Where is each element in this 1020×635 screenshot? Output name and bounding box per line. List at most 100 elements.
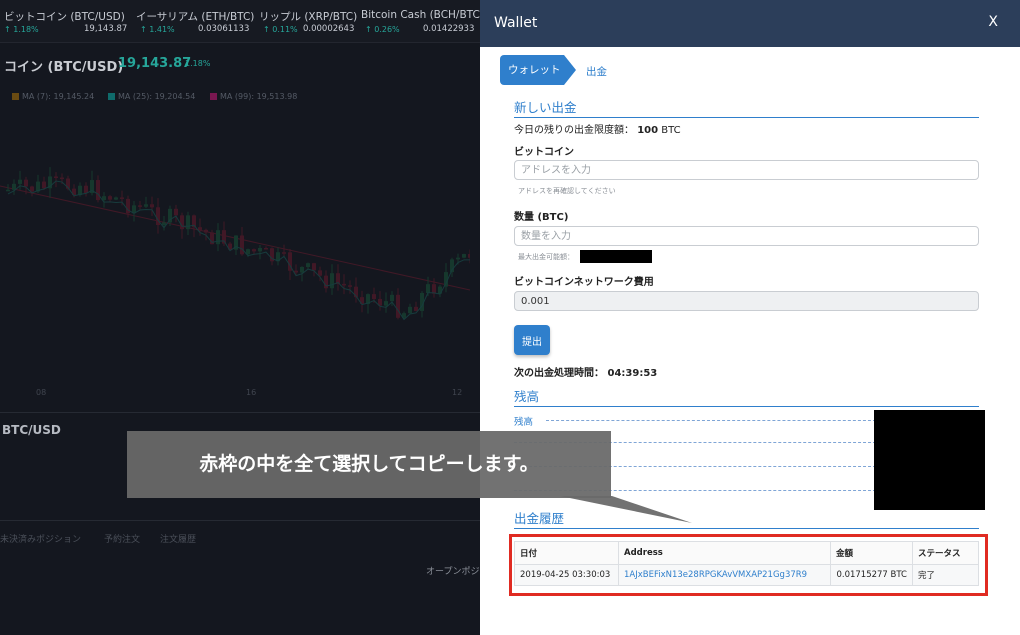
withdraw-limit: 今日の残りの出金限度額： 100 BTC [514, 121, 681, 136]
wallet-header: Wallet X [480, 0, 1020, 47]
history-title: 出金履歴 [514, 511, 565, 526]
ticker-change: ↑ 0.11% [263, 25, 298, 34]
candle-body [258, 247, 262, 252]
ticker-price: 19,143.87 [84, 24, 128, 34]
candle-body [414, 306, 418, 311]
breadcrumb-withdraw: 出金 [586, 66, 607, 78]
candle-body [456, 257, 460, 260]
candle-body [426, 284, 430, 294]
divider [0, 412, 480, 413]
candle-body [306, 263, 310, 267]
tab-order-history[interactable]: 注文履歴 [160, 532, 196, 545]
ticker-price: 0.00002643 [303, 24, 355, 34]
amount-input[interactable] [514, 226, 979, 246]
x-tick: 08 [36, 388, 47, 397]
ticker-name: ビットコイン (BTC/USD) [4, 11, 125, 23]
candle-body [12, 183, 16, 190]
open-position-label: オープンポジ [426, 567, 480, 577]
candle-body [264, 247, 268, 250]
candlestick-chart[interactable] [0, 150, 470, 390]
candle-body [18, 179, 22, 184]
breadcrumb-wallet[interactable]: ウォレット [500, 55, 564, 85]
redacted-balance [874, 410, 985, 510]
candle-body [174, 208, 178, 216]
ticker-name: Bitcoin Cash (BCH/BTC) [361, 9, 480, 21]
row-amount: 0.01715277 BTC [830, 564, 913, 586]
candle-body [114, 197, 118, 200]
tab-reserved-orders[interactable]: 予約注文 [104, 532, 140, 545]
candle-body [300, 266, 304, 273]
redacted-max-amount [580, 250, 652, 263]
candle-body [342, 283, 346, 286]
candle-body [54, 176, 58, 179]
candle-body [162, 222, 166, 225]
candle-body [348, 285, 352, 287]
candle-body [186, 215, 190, 230]
candle-body [312, 263, 316, 271]
chart-title: コイン (BTC/USD) [4, 60, 124, 75]
address-label: ビットコイン [514, 147, 574, 158]
ma-label: MA (25): 19,204.54 [118, 92, 196, 101]
amount-label: 数量 (BTC) [514, 212, 569, 223]
candle-body [120, 197, 124, 199]
candle-body [30, 186, 34, 192]
ma-label: MA (7): 19,145.24 [22, 92, 95, 101]
candle-body [432, 284, 436, 294]
candle-body [138, 205, 142, 207]
ma-25-line [7, 180, 470, 321]
table-header-row: 日付 Address 金額 ステータス [514, 541, 979, 565]
address-input[interactable] [514, 160, 979, 180]
withdrawal-history-table: 日付 Address 金額 ステータス 2019-04-25 03:30:03 … [514, 541, 979, 586]
candle-body [24, 179, 28, 187]
ma-7-legend: MA (7): 19,145.24 [12, 92, 94, 101]
table-row: 2019-04-25 03:30:03 1AJxBEFixN13e28RPGKA… [514, 564, 979, 586]
trading-background: ビットコイン (BTC/USD) ↑ 1.18% 19,143.87 イーサリア… [0, 0, 480, 635]
candle-body [468, 254, 470, 258]
candle-body [294, 270, 298, 273]
column-date: 日付 [514, 541, 619, 565]
candle-body [150, 204, 154, 208]
candle-body [144, 204, 148, 207]
ticker-price: 0.03061133 [198, 24, 250, 34]
column-amount: 金額 [830, 541, 913, 565]
ticker-change: ↑ 0.26% [365, 25, 400, 34]
candle-body [84, 185, 88, 194]
candle-body [396, 294, 400, 318]
ma-label: MA (99): 19,513.98 [220, 92, 298, 101]
callout-text: 赤枠の中を全て選択してコピーします。 [199, 453, 539, 475]
next-withdrawal-time: 次の出金処理時間： 04:39:53 [514, 364, 657, 379]
candle-body [390, 294, 394, 302]
section-divider [514, 528, 979, 529]
balance-row-label: 残高 [514, 417, 534, 428]
chart-price: 19,143.87 [118, 56, 192, 71]
candle-body [96, 180, 100, 201]
column-status: ステータス [912, 541, 979, 565]
ticker-name: リップル (XRP/BTC) [259, 11, 358, 23]
tab-open-positions[interactable]: 未決済みポジション [0, 532, 81, 545]
candle-body [384, 301, 388, 306]
section-divider [514, 406, 979, 407]
candle-body [408, 306, 412, 314]
chart-change: 1.18% [185, 59, 211, 68]
address-hint: アドレスを再確認してください [518, 187, 616, 195]
ma-swatch [12, 93, 19, 100]
row-address-link[interactable]: 1AJxBEFixN13e28RPGKAvVMXAP21Gg37R9 [618, 564, 831, 586]
breadcrumb-arrow-icon [564, 55, 576, 85]
ticker-name: イーサリアム (ETH/BTC) [136, 11, 255, 23]
wallet-title: Wallet [494, 15, 538, 31]
x-tick: 12 [452, 388, 463, 397]
candle-body [252, 249, 256, 252]
balance-title: 残高 [514, 389, 540, 404]
candle-body [180, 215, 184, 230]
close-button[interactable]: X [988, 14, 998, 30]
fee-label: ビットコインネットワーク費用 [514, 277, 654, 288]
column-address: Address [618, 541, 831, 565]
candle-body [108, 196, 112, 200]
section-divider [514, 117, 979, 118]
ticker-change: ↑ 1.41% [140, 25, 175, 34]
ma-99-legend: MA (99): 19,513.98 [210, 92, 297, 101]
submit-button[interactable]: 提出 [514, 325, 550, 355]
candle-body [462, 254, 466, 258]
candle-body [216, 230, 220, 245]
ma-25-legend: MA (25): 19,204.54 [108, 92, 195, 101]
